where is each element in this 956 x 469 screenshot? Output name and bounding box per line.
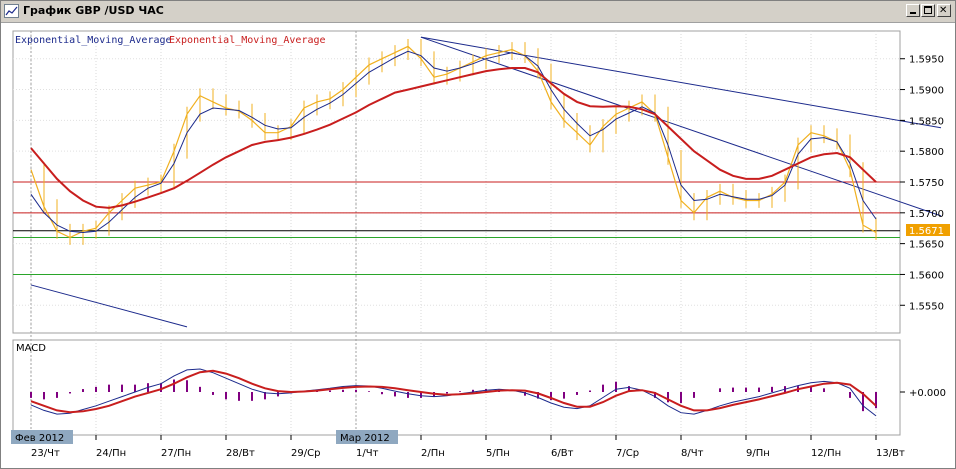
y-tick-label: 1.5700 xyxy=(909,209,944,220)
y-tick-label: 1.5750 xyxy=(909,178,944,189)
y-tick-label: 1.5550 xyxy=(909,301,944,312)
minimize-button[interactable] xyxy=(906,4,920,17)
x-tick-label: 29/Ср xyxy=(291,448,320,459)
close-button[interactable]: ✕ xyxy=(937,4,951,17)
chart-canvas: 1.5950 1.5900 1.5850 1.5800 1.5750 1.5700 1.56… xyxy=(11,30,950,459)
y-tick-label: 1.5600 xyxy=(909,270,944,281)
x-tick-label: 6/Вт xyxy=(551,448,574,459)
x-tick-label: 2/Пн xyxy=(421,448,445,459)
chart-app-icon xyxy=(4,4,19,18)
x-tick-label: 5/Пн xyxy=(486,448,510,459)
macd-zero-label: +0.000 xyxy=(909,388,946,399)
y-tick-label: 1.5800 xyxy=(909,147,944,158)
y-tick-label: 1.5850 xyxy=(909,116,944,127)
x-tick-label: 8/Чт xyxy=(681,448,704,459)
x-tick-label: 27/Пн xyxy=(161,448,191,459)
x-tick-label: 13/Вт xyxy=(876,448,905,459)
x-tick-label: 1/Чт xyxy=(356,448,379,459)
x-tick-label: 28/Вт xyxy=(226,448,255,459)
x-tick-label: 12/Пн xyxy=(811,448,841,459)
y-tick-label: 1.5900 xyxy=(909,86,944,97)
y-tick-label: 1.5950 xyxy=(909,55,944,66)
y-axis: 1.5950 1.5900 1.5850 1.5800 1.5750 1.5700 1.56… xyxy=(900,55,944,312)
y-tick-label: 1.5650 xyxy=(909,240,944,251)
macd-panel-frame xyxy=(12,339,901,436)
current-price-label: 1.5671 xyxy=(909,226,944,237)
month-tag-label: Фев 2012 xyxy=(15,433,64,444)
legend-ema-fast: Exponential_Moving_Average xyxy=(15,35,172,46)
macd-title: MACD xyxy=(16,343,46,354)
title-bar[interactable]: График GBP /USD ЧАС ✕ xyxy=(1,1,955,23)
chart-window: График GBP /USD ЧАС ✕ 1.5950 1.5900 1.5850… xyxy=(0,0,956,469)
x-tick-label: 24/Пн xyxy=(96,448,126,459)
x-tick-label: 9/Пн xyxy=(746,448,770,459)
window-title: График GBP /USD ЧАС xyxy=(23,4,164,17)
x-tick-label: 23/Чт xyxy=(31,448,60,459)
x-tick-label: 7/Ср xyxy=(616,448,639,459)
maximize-button[interactable] xyxy=(921,4,935,17)
month-tag-label: Мар 2012 xyxy=(340,433,390,444)
legend-ema-slow: Exponential_Moving_Average xyxy=(169,35,326,46)
